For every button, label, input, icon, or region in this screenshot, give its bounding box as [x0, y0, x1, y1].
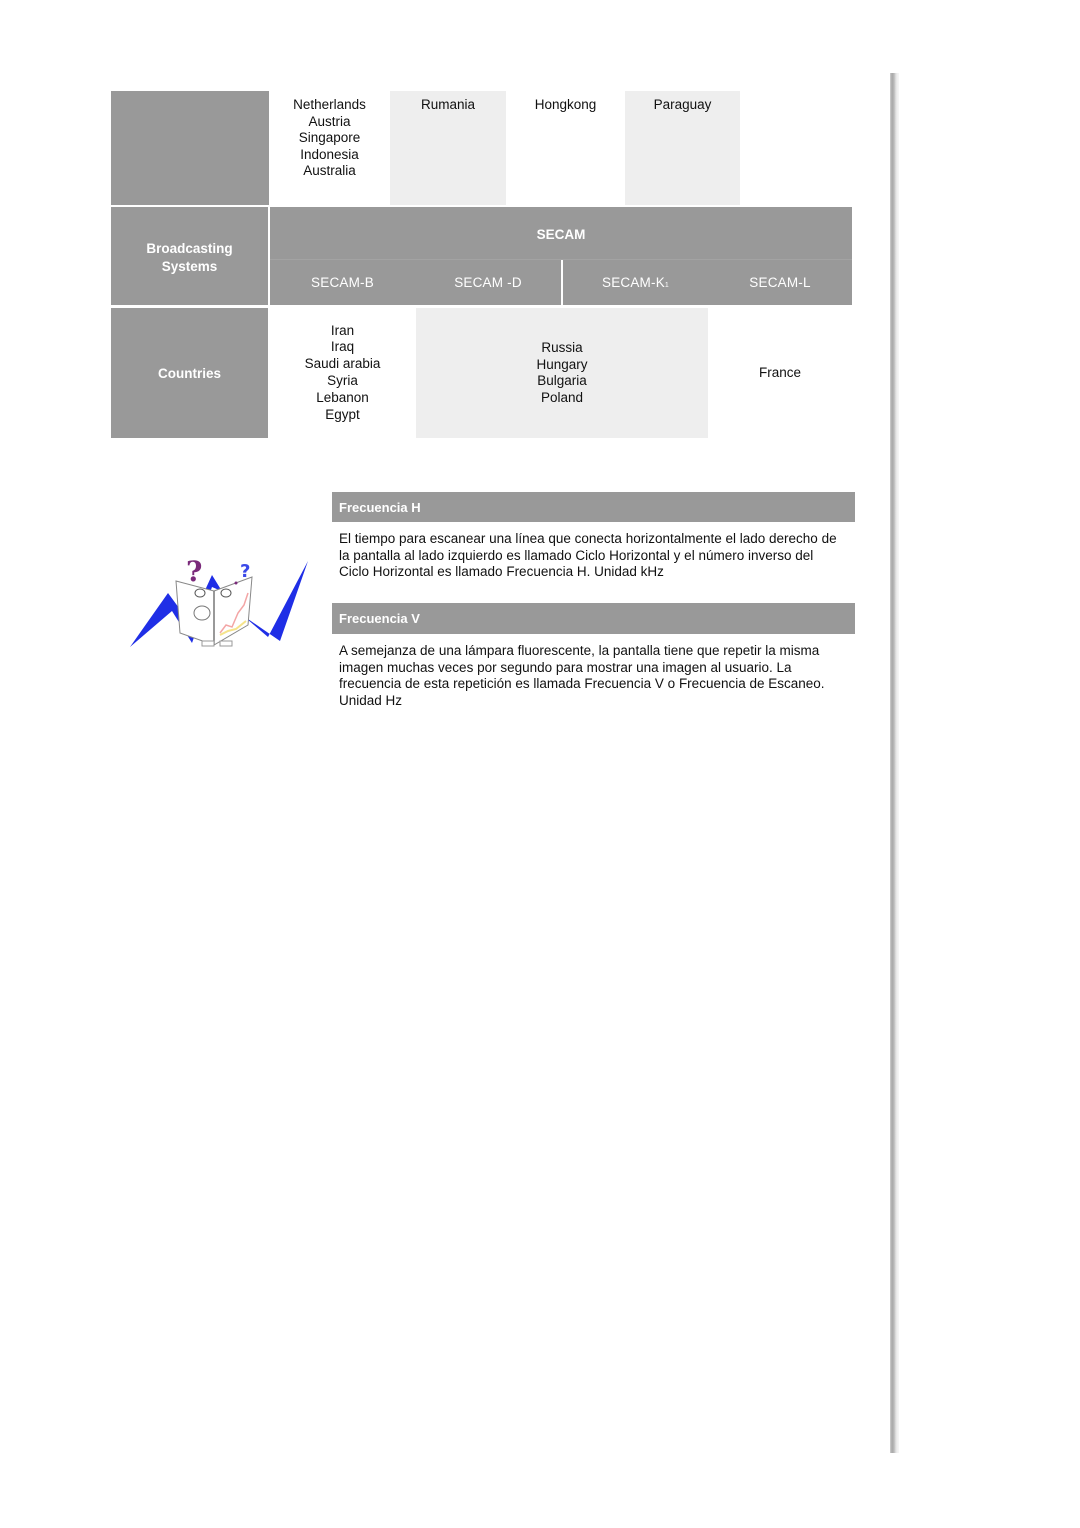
country-list-col-4: Paraguay: [625, 91, 740, 205]
country-name: Russia: [541, 340, 583, 355]
country-name: Poland: [540, 389, 584, 405]
country-name: Lebanon: [316, 389, 369, 405]
country-name: Australia: [303, 163, 356, 178]
country-name: Rumania: [420, 97, 476, 112]
secam-system-title: SECAM: [270, 207, 852, 259]
country-name: Bulgaria: [537, 373, 587, 388]
section-title: Frecuencia V: [339, 611, 420, 626]
broadcasting-systems-header: Broadcasting Systems: [111, 207, 268, 305]
section-title: Frecuencia H: [339, 499, 421, 515]
country-name: Singapore: [298, 130, 361, 145]
secam-k1-label: SECAM-K1: [601, 275, 669, 290]
secam-title-text: SECAM: [536, 226, 586, 242]
country-name: Netherlands: [293, 97, 366, 112]
country-name: Saudi arabia: [304, 356, 381, 372]
country-name: Hungary: [536, 356, 588, 372]
section-body-frecuencia-v: A semejanza de una lámpara fluorescente,…: [339, 643, 825, 708]
svg-text:?: ?: [240, 561, 250, 582]
country-list-col-2: Rumania: [390, 91, 506, 205]
secam-l-countries: France: [708, 308, 852, 438]
secam-b-countries: Iran Iraq Saudi arabia Syria Lebanon Egy…: [270, 308, 415, 438]
svg-text:?: ?: [186, 555, 202, 588]
country-name: Egypt: [325, 406, 360, 422]
country-name: Syria: [327, 373, 358, 388]
secam-subsystem-left-group: SECAM-B SECAM -D: [270, 260, 561, 305]
top-row-header-cell: [111, 91, 269, 205]
country-list-col-1: Netherlands Austria Singapore Indonesia …: [270, 97, 389, 205]
secam-d-k1-countries: Russia Hungary Bulgaria Poland: [416, 308, 708, 438]
country-list-col-3: Hongkong: [507, 91, 624, 205]
secam-b-label: SECAM-B: [311, 275, 374, 290]
country-name: Paraguay: [653, 97, 712, 112]
secam-d-label: SECAM -D: [454, 275, 522, 290]
row-header-line: Broadcasting: [146, 241, 233, 256]
country-name: Austria: [308, 113, 351, 129]
country-name: Indonesia: [300, 146, 359, 162]
country-name: Hongkong: [534, 97, 597, 112]
row-header-line: Systems: [161, 259, 218, 274]
secam-subsystem-right-group: SECAM-K1 SECAM-L: [563, 260, 852, 305]
secam-l-label: SECAM-L: [749, 275, 811, 290]
page-side-bar: [890, 73, 899, 1453]
section-header-frecuencia-v: Frecuencia V: [332, 603, 855, 634]
countries-header: Countries: [111, 308, 268, 438]
section-header-frecuencia-h: Frecuencia H: [332, 492, 855, 522]
country-name: Iraq: [330, 339, 355, 355]
country-name: Iran: [330, 322, 355, 338]
country-name: France: [758, 364, 802, 380]
section-body-frecuencia-h: El tiempo para escanear una línea que co…: [339, 531, 837, 579]
confused-book-mascot-icon: ? ?: [128, 553, 310, 651]
